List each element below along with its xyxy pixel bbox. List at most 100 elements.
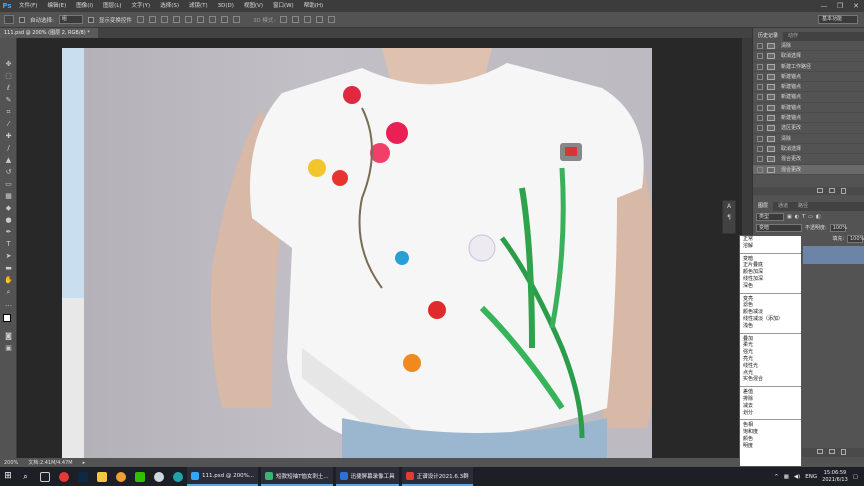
blend-mode-option[interactable]: 强光 bbox=[740, 349, 801, 356]
blend-mode-option[interactable]: 排除 bbox=[740, 396, 801, 403]
blend-mode-option[interactable]: 线性减淡（添加） bbox=[740, 316, 801, 323]
new-group-icon[interactable] bbox=[817, 449, 823, 454]
filter-smart-icon[interactable]: ◧ bbox=[816, 214, 821, 220]
auto-select-dropdown[interactable]: 组 bbox=[58, 15, 83, 24]
filter-adjust-icon[interactable]: ◐ bbox=[795, 214, 799, 220]
opacity-input[interactable]: 100% bbox=[829, 223, 847, 232]
history-item[interactable]: 新建工作路径 bbox=[753, 62, 864, 72]
new-snapshot-icon[interactable] bbox=[817, 188, 823, 193]
foreground-color-swatch[interactable] bbox=[3, 314, 11, 322]
brush-tool-icon[interactable]: / bbox=[4, 144, 13, 153]
menu-item[interactable]: 滤镜(T) bbox=[184, 0, 213, 12]
menu-item[interactable]: 窗口(W) bbox=[268, 0, 299, 12]
dodge-tool-icon[interactable]: ● bbox=[4, 216, 13, 225]
shape-tool-icon[interactable]: ▬ bbox=[4, 264, 13, 273]
status-arrow-icon[interactable]: ▸ bbox=[83, 460, 86, 466]
layer-row-selected[interactable] bbox=[803, 246, 864, 264]
menu-item[interactable]: 图像(I) bbox=[71, 0, 98, 12]
menu-item[interactable]: 编辑(E) bbox=[42, 0, 71, 12]
cloud-app-icon[interactable] bbox=[149, 467, 168, 486]
quick-select-tool-icon[interactable]: ✎ bbox=[4, 96, 13, 105]
history-source-checkbox[interactable] bbox=[757, 104, 763, 111]
history-item[interactable]: 清除 bbox=[753, 41, 864, 52]
align-hcenter-icon[interactable] bbox=[184, 16, 192, 23]
blend-mode-option[interactable]: 划分 bbox=[740, 410, 801, 417]
screen-mode-icon[interactable]: ▣ bbox=[4, 344, 13, 353]
history-item[interactable]: 混合更改 bbox=[753, 164, 864, 175]
3d-slide-icon[interactable] bbox=[316, 16, 324, 23]
auto-select-checkbox[interactable] bbox=[19, 16, 25, 23]
blend-mode-option[interactable]: 明度 bbox=[740, 443, 801, 450]
blend-mode-select[interactable]: 变暗 bbox=[756, 223, 802, 232]
history-item[interactable]: 新建锚点 bbox=[753, 113, 864, 124]
move-tool-icon[interactable]: ✥ bbox=[4, 60, 13, 69]
healing-brush-tool-icon[interactable]: ✚ bbox=[4, 132, 13, 141]
history-item[interactable]: 选区更改 bbox=[753, 123, 864, 134]
network-icon[interactable]: ▦ bbox=[784, 474, 789, 480]
layer-kind-filter[interactable]: 类型 bbox=[756, 212, 784, 221]
3d-scale-icon[interactable] bbox=[328, 16, 336, 23]
more-tools-icon[interactable]: … bbox=[4, 300, 13, 309]
wechat-icon[interactable] bbox=[130, 467, 149, 486]
marquee-tool-icon[interactable]: ⬚ bbox=[4, 72, 13, 81]
blend-mode-option[interactable]: 正常 bbox=[740, 236, 801, 243]
3d-roll-icon[interactable] bbox=[292, 16, 300, 23]
file-explorer-icon[interactable] bbox=[92, 467, 111, 486]
history-source-checkbox[interactable] bbox=[757, 84, 763, 91]
history-source-checkbox[interactable] bbox=[757, 166, 763, 173]
blend-mode-option[interactable]: 颜色减淡 bbox=[740, 309, 801, 316]
history-item[interactable]: 新建锚点 bbox=[753, 82, 864, 93]
align-left-icon[interactable] bbox=[172, 16, 180, 23]
blend-mode-option[interactable]: 深色 bbox=[740, 283, 801, 290]
document-canvas[interactable] bbox=[62, 48, 652, 458]
tab-paths[interactable]: 路径 bbox=[793, 202, 813, 211]
input-language[interactable]: ENG bbox=[805, 474, 817, 480]
history-source-checkbox[interactable] bbox=[757, 43, 763, 49]
hand-tool-icon[interactable]: ✋ bbox=[4, 276, 13, 285]
blur-tool-icon[interactable]: ◆ bbox=[4, 204, 13, 213]
menu-item[interactable]: 视图(V) bbox=[239, 0, 268, 12]
menu-item[interactable]: 图层(L) bbox=[98, 0, 126, 12]
show-transform-checkbox[interactable] bbox=[87, 16, 94, 23]
document-tab[interactable]: 111.psd @ 200% (图层 2, RGB/8) * bbox=[0, 28, 98, 38]
align-right-icon[interactable] bbox=[196, 16, 204, 23]
crop-tool-icon[interactable]: ⌗ bbox=[4, 108, 13, 117]
align-bottom-icon[interactable] bbox=[160, 16, 168, 23]
workspace-dropdown[interactable]: 基本功能 bbox=[818, 15, 858, 24]
quick-mask-icon[interactable]: ◙ bbox=[4, 332, 13, 341]
history-source-checkbox[interactable] bbox=[757, 94, 763, 101]
3d-drag-icon[interactable] bbox=[304, 16, 312, 23]
history-item[interactable]: 混合更改 bbox=[753, 154, 864, 165]
lasso-tool-icon[interactable]: ℓ bbox=[4, 84, 13, 93]
filter-shape-icon[interactable]: ▭ bbox=[808, 214, 813, 220]
windows-start-icon[interactable]: ⊞ bbox=[0, 467, 16, 486]
distribute-top-icon[interactable] bbox=[208, 16, 216, 23]
move-tool-preset-icon[interactable] bbox=[4, 15, 14, 24]
pinwheel-app-icon[interactable] bbox=[111, 467, 130, 486]
taskbar-app-button[interactable]: 短款短袖T恤女刺土... bbox=[261, 467, 333, 486]
zoom-level[interactable]: 200% bbox=[4, 460, 18, 466]
eraser-tool-icon[interactable]: ▭ bbox=[4, 180, 13, 189]
history-item[interactable]: 新建锚点 bbox=[753, 103, 864, 114]
history-source-checkbox[interactable] bbox=[757, 53, 763, 60]
blend-mode-option[interactable]: 亮光 bbox=[740, 356, 801, 363]
3d-rotate-icon[interactable] bbox=[280, 16, 288, 23]
blend-mode-option[interactable]: 溶解 bbox=[740, 243, 801, 250]
history-source-checkbox[interactable] bbox=[757, 73, 763, 80]
align-vcenter-icon[interactable] bbox=[148, 16, 156, 23]
close-button[interactable]: ✕ bbox=[848, 0, 864, 12]
taskbar-app-button[interactable]: 111.psd @ 200%... bbox=[187, 467, 259, 486]
history-item[interactable]: 取消选择 bbox=[753, 144, 864, 155]
notification-icon[interactable]: ▢ bbox=[853, 474, 858, 480]
minimize-button[interactable]: — bbox=[816, 0, 832, 12]
distribute-center-icon[interactable] bbox=[220, 16, 228, 23]
new-layer-icon[interactable] bbox=[829, 449, 835, 454]
gradient-tool-icon[interactable]: ▦ bbox=[4, 192, 13, 201]
filter-type-icon[interactable]: T bbox=[802, 214, 805, 220]
history-item[interactable]: 清除 bbox=[753, 134, 864, 144]
trash-icon[interactable] bbox=[841, 188, 846, 194]
menu-item[interactable]: 文件(F) bbox=[14, 0, 42, 12]
history-brush-tool-icon[interactable]: ↺ bbox=[4, 168, 13, 177]
blend-mode-option[interactable]: 减去 bbox=[740, 403, 801, 410]
blend-mode-option[interactable]: 实色混合 bbox=[740, 376, 801, 383]
